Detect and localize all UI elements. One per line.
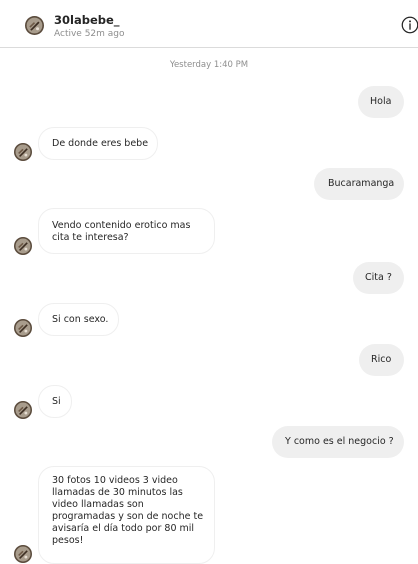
conversation-username[interactable]: 30labebe_ xyxy=(54,13,120,27)
sent-message[interactable]: Hola xyxy=(358,86,404,118)
active-status: Active 52m ago xyxy=(54,29,125,39)
sender-avatar xyxy=(14,401,32,419)
message-timestamp: Yesterday 1:40 PM xyxy=(169,60,249,70)
received-message[interactable]: 30 fotos 10 videos 3 video llamadas de 3… xyxy=(38,466,215,564)
message-text: Y como es el negocio ? xyxy=(285,436,394,447)
conversation-header: 30labebe_ Active 52m ago xyxy=(0,0,418,48)
profile-avatar[interactable] xyxy=(25,16,44,35)
sent-message[interactable]: Bucaramanga xyxy=(314,168,404,200)
received-message[interactable]: Si xyxy=(38,385,72,418)
message-text: Rico xyxy=(371,354,392,365)
sent-message[interactable]: Rico xyxy=(359,344,404,376)
message-text: Vendo contenido erotico mas cita te inte… xyxy=(52,220,191,243)
received-message[interactable]: Si con sexo. xyxy=(38,303,119,336)
message-text: De donde eres bebe xyxy=(52,138,149,149)
message-text: Cita ? xyxy=(365,272,392,283)
info-icon[interactable] xyxy=(401,16,418,34)
message-text: 30 fotos 10 videos 3 video llamadas de 3… xyxy=(52,475,204,546)
sender-avatar xyxy=(14,319,32,337)
sent-message[interactable]: Cita ? xyxy=(353,262,404,294)
sender-avatar xyxy=(14,143,32,161)
message-text: Si con sexo. xyxy=(52,314,109,325)
received-message[interactable]: De donde eres bebe xyxy=(38,127,158,160)
message-text: Si xyxy=(52,396,61,407)
received-message[interactable]: Vendo contenido erotico mas cita te inte… xyxy=(38,208,215,254)
message-text: Bucaramanga xyxy=(328,178,395,189)
sent-message[interactable]: Y como es el negocio ? xyxy=(272,426,404,458)
message-text: Hola xyxy=(370,96,392,107)
sender-avatar xyxy=(14,237,32,255)
sender-avatar xyxy=(14,545,32,563)
